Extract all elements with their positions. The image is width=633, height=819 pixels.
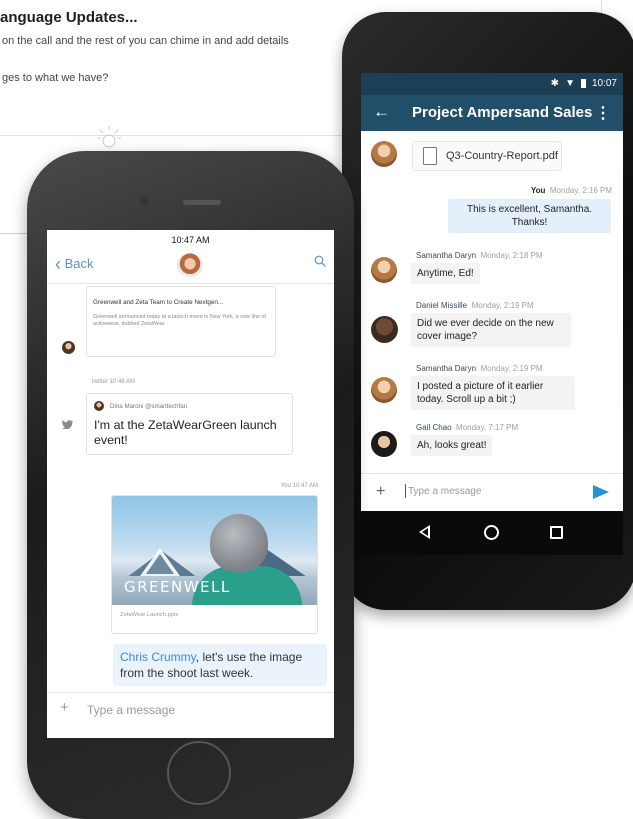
own-message-bubble: This is excellent, Samantha. Thanks! xyxy=(448,199,611,233)
message-bubble: Did we ever decide on the new cover imag… xyxy=(411,313,571,347)
message-meta: Samantha Daryn Monday, 2:19 PM xyxy=(416,364,543,373)
message-meta: You Monday, 2:16 PM xyxy=(530,186,612,195)
message-input[interactable]: Type a message xyxy=(404,484,481,498)
link-preview-card[interactable]: Greenwell and Zeta Team to Create Nextge… xyxy=(86,286,276,357)
wifi-icon: ▼ xyxy=(565,78,575,89)
message-input[interactable]: Type a message xyxy=(87,703,175,717)
message-list[interactable]: Q3-Country-Report.pdf You Monday, 2:16 P… xyxy=(361,131,623,473)
status-time: 10:47 AM xyxy=(171,235,210,245)
background-doc-line: on the call and the rest of you can chim… xyxy=(2,35,289,47)
add-attachment-icon[interactable]: + xyxy=(376,483,385,501)
link-preview-body: Greenwell announced today at a launch ev… xyxy=(93,314,266,327)
status-time: 10:07 xyxy=(591,78,617,89)
android-app-bar: ← Project Ampersand Sales ⋮ xyxy=(361,95,623,131)
image-attachment[interactable]: GREENWELL ZetaWear Launch.pptx xyxy=(111,495,318,634)
message-meta: Gail Chao Monday, 7:17 PM xyxy=(416,423,519,432)
avatar[interactable] xyxy=(371,377,397,403)
message-meta: Samantha Daryn Monday, 2:18 PM xyxy=(416,251,543,260)
avatar[interactable] xyxy=(371,257,397,283)
file-attachment[interactable]: Q3-Country-Report.pdf xyxy=(412,141,562,171)
back-arrow-icon[interactable]: ← xyxy=(373,102,390,122)
document-icon xyxy=(423,147,437,165)
android-phone: ✱ ▼ 10:07 ← Project Ampersand Sales ⋮ Q3… xyxy=(342,12,633,610)
iphone: 10:47 AM ‹ Back Greenwell and Zeta Team … xyxy=(27,151,354,819)
message-meta: You 10:47 AM xyxy=(280,483,318,489)
tweet-card[interactable]: Dina Maroni @smarttechfan I'm at the Zet… xyxy=(86,393,293,455)
front-camera xyxy=(140,197,148,205)
header-divider xyxy=(47,283,334,284)
nav-recents-icon[interactable] xyxy=(550,526,563,539)
greenwell-logo-icon xyxy=(140,548,180,576)
more-vert-icon[interactable]: ⋮ xyxy=(595,103,611,123)
shared-photo: GREENWELL xyxy=(112,496,317,605)
message-composer: + Type a message xyxy=(361,473,623,512)
lightbulb-icon xyxy=(97,126,121,148)
home-button[interactable] xyxy=(167,741,231,805)
group-avatar[interactable] xyxy=(177,253,203,277)
mention-link[interactable]: Chris Crummy xyxy=(120,650,196,664)
twitter-icon xyxy=(62,420,73,429)
chevron-left-icon: ‹ xyxy=(55,254,61,274)
own-message-bubble: Chris Crummy, let's use the image from t… xyxy=(113,644,327,686)
link-preview-title: Greenwell and Zeta Team to Create Nextge… xyxy=(93,299,224,306)
background-divider xyxy=(601,0,602,14)
add-attachment-icon[interactable]: + xyxy=(60,699,69,716)
nav-home-icon[interactable] xyxy=(484,525,499,540)
iphone-screen: 10:47 AM ‹ Back Greenwell and Zeta Team … xyxy=(47,230,334,738)
background-divider xyxy=(0,135,350,136)
brand-text: GREENWELL xyxy=(124,578,231,596)
chat-title: Project Ampersand Sales xyxy=(412,104,593,121)
attachment-filename: ZetaWear Launch.pptx xyxy=(120,612,179,618)
tweet-text: I'm at the ZetaWearGreen launch event! xyxy=(94,418,277,447)
composer-divider xyxy=(47,692,334,693)
earpiece xyxy=(183,200,221,205)
background-doc-line: ges to what we have? xyxy=(2,72,109,84)
back-button[interactable]: ‹ Back xyxy=(55,254,94,275)
send-icon[interactable] xyxy=(593,485,609,499)
file-name: Q3-Country-Report.pdf xyxy=(446,150,558,162)
avatar[interactable] xyxy=(62,341,75,354)
android-screen: ✱ ▼ 10:07 ← Project Ampersand Sales ⋮ Q3… xyxy=(361,73,623,555)
android-nav-bar xyxy=(361,511,623,555)
avatar xyxy=(94,401,104,411)
tweet-author: Dina Maroni @smarttechfan xyxy=(110,403,188,410)
avatar[interactable] xyxy=(371,141,397,167)
message-meta: Daniel Missille Monday, 2:19 PM xyxy=(416,301,534,310)
android-status-bar: ✱ ▼ 10:07 xyxy=(361,73,623,95)
battery-icon xyxy=(580,79,586,88)
message-bubble: Anytime, Ed! xyxy=(411,263,480,284)
bluetooth-icon: ✱ xyxy=(550,78,560,89)
message-meta: twitter 10:46 AM xyxy=(92,379,136,385)
avatar[interactable] xyxy=(371,316,398,343)
avatar[interactable] xyxy=(371,431,397,457)
search-icon[interactable] xyxy=(314,255,326,267)
message-bubble: I posted a picture of it earlier today. … xyxy=(411,376,575,410)
message-bubble: Ah, looks great! xyxy=(411,435,493,456)
nav-back-icon[interactable] xyxy=(419,525,430,539)
background-doc-title: anguage Updates... xyxy=(0,9,138,26)
